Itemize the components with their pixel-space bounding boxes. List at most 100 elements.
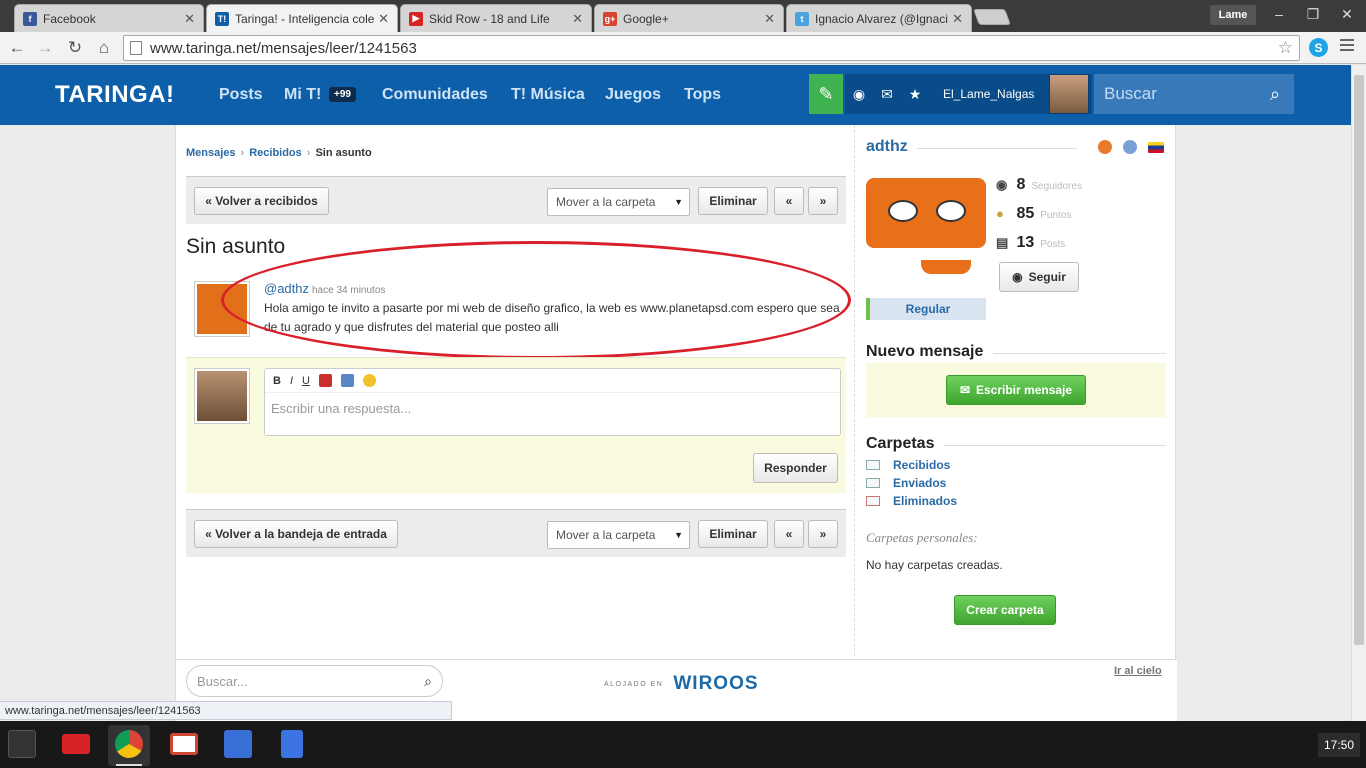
no-folders-text: No hay carpetas creadas.	[866, 558, 1003, 572]
docs-icon[interactable]	[281, 730, 303, 758]
google-search-icon[interactable]	[224, 730, 252, 758]
notifications-badge[interactable]: +99	[329, 87, 356, 102]
nav-comunidades[interactable]: Comunidades	[382, 86, 488, 104]
rank-badge-icon	[1098, 140, 1112, 154]
scrollbar-thumb[interactable]	[1354, 75, 1364, 645]
search-icon[interactable]: ⌕	[1270, 84, 1280, 105]
folder-eliminados[interactable]: Eliminados	[866, 494, 957, 508]
system-clock[interactable]: 17:50	[1318, 733, 1360, 757]
sender-avatar[interactable]	[194, 281, 250, 337]
status-bar-url: www.taringa.net/mensajes/leer/1241563	[0, 701, 452, 720]
profile-username[interactable]: adthz	[866, 138, 908, 156]
close-icon[interactable]: ✕	[764, 11, 775, 27]
delete-button[interactable]: Eliminar	[698, 520, 768, 548]
footer-search-input[interactable]	[197, 673, 425, 689]
close-icon[interactable]: ✕	[378, 11, 389, 27]
sender-link[interactable]: @adthz	[264, 281, 309, 296]
nav-tops[interactable]: Tops	[684, 86, 721, 104]
forward-arrow-icon[interactable]: →	[34, 37, 56, 59]
chevron-right-icon: ›	[306, 147, 311, 159]
taringa-logo[interactable]: TARINGA!	[55, 81, 175, 109]
breadcrumb-mensajes[interactable]: Mensajes	[186, 147, 236, 159]
eye-icon[interactable]: ◉	[845, 86, 873, 103]
nav-mi-t[interactable]: Mi T!	[284, 86, 321, 104]
nav-posts[interactable]: Posts	[219, 86, 263, 104]
menu-icon[interactable]	[1340, 39, 1354, 54]
divider	[917, 148, 1077, 149]
document-icon: ▤	[996, 235, 1009, 250]
skype-icon[interactable]: S	[1309, 38, 1328, 57]
bookmark-star-icon[interactable]: ☆	[1278, 38, 1293, 58]
close-icon[interactable]: ✕	[952, 11, 963, 27]
youtube-insert-icon[interactable]	[318, 374, 332, 387]
write-message-button[interactable]: ✉ Escribir mensaje	[946, 375, 1086, 405]
apps-grid-icon[interactable]	[8, 730, 36, 758]
own-avatar[interactable]	[194, 368, 250, 424]
new-post-pencil-icon[interactable]: ✎	[809, 74, 843, 114]
tab-title: Skid Row - 18 and Life	[429, 11, 550, 26]
prev-button[interactable]: «	[774, 520, 804, 548]
breadcrumb-recibidos[interactable]: Recibidos	[249, 147, 302, 159]
create-folder-button[interactable]: Crear carpeta	[954, 595, 1056, 625]
eye-icon: ◉	[1012, 270, 1023, 284]
hosted-label: ALOJADO EN	[604, 680, 664, 688]
envelope-icon[interactable]: ✉	[873, 86, 901, 103]
taringa-icon: T!	[215, 11, 229, 26]
tab-facebook[interactable]: f Facebook ✕	[14, 4, 204, 32]
profile-avatar[interactable]	[866, 168, 986, 288]
bold-button[interactable]: B	[273, 375, 281, 387]
underline-button[interactable]: U	[302, 375, 310, 387]
go-top-link[interactable]: Ir al cielo	[1114, 665, 1162, 677]
search-icon[interactable]: ⌕	[424, 673, 432, 690]
site-search: ⌕	[1094, 74, 1294, 114]
minimize-icon[interactable]: –	[1264, 4, 1294, 24]
gmail-icon[interactable]	[170, 733, 198, 755]
wiroos-logo[interactable]: WIROOS	[673, 673, 758, 695]
restore-icon[interactable]: ❐	[1298, 4, 1328, 24]
back-arrow-icon[interactable]: ←	[6, 37, 28, 59]
reply-button[interactable]: Responder	[753, 453, 838, 483]
nav-juegos[interactable]: Juegos	[605, 86, 661, 104]
reload-icon[interactable]: ↻	[64, 37, 86, 59]
tab-title: Taringa! - Inteligencia colectiva	[235, 11, 375, 26]
italic-button[interactable]: I	[290, 375, 293, 387]
close-icon[interactable]: ✕	[572, 11, 583, 27]
move-folder-select[interactable]: Mover a la carpeta ▼	[547, 521, 690, 549]
posts-stat: ▤ 13 Posts	[996, 234, 1065, 252]
star-icon[interactable]: ★	[901, 86, 929, 103]
chevron-down-icon: ▼	[674, 530, 683, 540]
folder-enviados[interactable]: Enviados	[866, 476, 946, 490]
new-tab-button[interactable]	[973, 9, 1011, 25]
chrome-icon[interactable]	[115, 730, 143, 758]
tab-youtube[interactable]: ▶ Skid Row - 18 and Life ✕	[400, 4, 592, 32]
search-input[interactable]	[1104, 84, 1264, 104]
tab-google-plus[interactable]: g+ Google+ ✕	[594, 4, 784, 32]
back-to-received-button[interactable]: « Volver a recibidos	[194, 187, 329, 215]
back-to-inbox-button[interactable]: « Volver a la bandeja de entrada	[194, 520, 398, 548]
emoticon-icon[interactable]	[362, 374, 376, 387]
address-bar[interactable]: www.taringa.net/mensajes/leer/1241563 ☆	[123, 35, 1300, 61]
home-icon[interactable]: ⌂	[93, 37, 115, 59]
next-button[interactable]: »	[808, 187, 838, 215]
prev-button[interactable]: «	[774, 187, 804, 215]
avatar[interactable]	[1049, 74, 1089, 114]
move-folder-label: Mover a la carpeta	[556, 528, 656, 542]
next-button[interactable]: »	[808, 520, 838, 548]
move-folder-select[interactable]: Mover a la carpeta ▼	[547, 188, 690, 216]
image-insert-icon[interactable]	[340, 374, 354, 387]
follow-button[interactable]: ◉ Seguir	[999, 262, 1079, 292]
tab-twitter[interactable]: t Ignacio Alvarez (@Ignacio ✕	[786, 4, 972, 32]
profile-chip[interactable]: Lame	[1210, 5, 1256, 25]
hosting-credit: ALOJADO EN WIROOS	[604, 673, 759, 695]
web-page: TARINGA! Posts Mi T! +99 Comunidades T! …	[0, 65, 1351, 721]
close-window-icon[interactable]: ✕	[1332, 4, 1362, 24]
tab-taringa[interactable]: T! Taringa! - Inteligencia colectiva ✕	[206, 4, 398, 32]
username-link[interactable]: El_Lame_Nalgas	[943, 87, 1034, 101]
reply-textarea[interactable]	[265, 393, 840, 435]
youtube-icon[interactable]	[62, 734, 90, 754]
folder-recibidos[interactable]: Recibidos	[866, 458, 950, 472]
nav-musica[interactable]: T! Música	[511, 86, 585, 104]
page-scrollbar[interactable]	[1351, 65, 1366, 721]
delete-button[interactable]: Eliminar	[698, 187, 768, 215]
close-icon[interactable]: ✕	[184, 11, 195, 27]
